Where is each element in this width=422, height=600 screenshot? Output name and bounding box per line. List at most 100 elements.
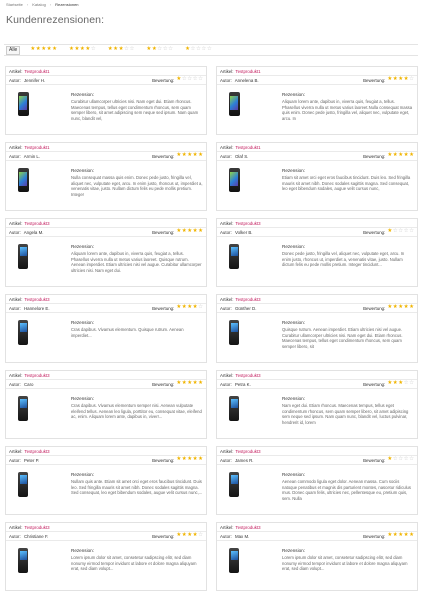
rating: Bewertung: ★ ★ ★ ★ ★ <box>152 229 203 235</box>
product-thumbnail[interactable] <box>227 320 241 346</box>
product-link[interactable]: Testprodukt3 <box>24 373 49 378</box>
phone-image <box>17 168 29 192</box>
rating: Bewertung: ★ ★ ★ ☆ ☆ <box>363 381 414 387</box>
rating-stars: ★ ★ ★ ★ ☆ <box>176 533 203 539</box>
breadcrumb-catalog-link[interactable]: Katalog <box>32 2 46 7</box>
author-info: Autor: Christiane F. <box>9 534 48 539</box>
product-link[interactable]: Testprodukt3 <box>235 525 260 530</box>
product-link[interactable]: Testprodukt3 <box>24 297 49 302</box>
article-row: Artikel: Testprodukt1 <box>6 143 206 152</box>
product-thumbnail[interactable] <box>227 548 241 574</box>
star-filled-icon: ★ <box>192 304 198 311</box>
product-thumbnail[interactable] <box>227 168 241 194</box>
star-filled-icon: ★ <box>146 46 152 53</box>
product-thumbnail[interactable] <box>16 396 30 422</box>
product-link[interactable]: Testprodukt1 <box>24 69 49 74</box>
product-thumbnail[interactable] <box>227 92 241 118</box>
review-card: Artikel: Testprodukt3 Autor: Angela M. B… <box>5 218 207 287</box>
star-filled-icon: ★ <box>187 380 193 387</box>
product-thumbnail[interactable] <box>227 472 241 498</box>
filter-1-stars: ★ ☆ ☆ ☆ ☆ <box>185 47 212 53</box>
rating-label: Bewertung: <box>363 229 386 235</box>
author-row: Autor: Günther D. Bewertung: ★ ★ ★ ★ ★ <box>217 304 417 313</box>
article-row: Artikel: Testprodukt3 <box>6 447 206 456</box>
author-row: Autor: Armin L. Bewertung: ★ ★ ★ ★ ★ <box>6 152 206 161</box>
rating: Bewertung: ★ ☆ ☆ ☆ ☆ <box>363 457 414 463</box>
article-row: Artikel: Testprodukt3 <box>217 447 417 456</box>
product-thumbnail[interactable] <box>16 244 30 270</box>
star-filled-icon: ★ <box>398 152 404 159</box>
star-filled-icon: ★ <box>176 532 182 539</box>
rating-stars: ★ ★ ★ ★ ★ <box>176 381 203 387</box>
product-link[interactable]: Testprodukt3 <box>24 449 49 454</box>
article-row: Artikel: Testprodukt3 <box>6 295 206 304</box>
author-name: Angela M. <box>23 229 44 235</box>
review-card: Artikel: Testprodukt3 Autor: Peter P. Be… <box>5 446 207 515</box>
product-link[interactable]: Testprodukt3 <box>235 373 260 378</box>
author-info: Autor: Armin L. <box>9 154 40 159</box>
review-text: Aliquam lorem ante, dapibus in, viverra … <box>282 99 413 121</box>
product-thumbnail[interactable] <box>16 472 30 498</box>
star-filled-icon: ★ <box>181 228 187 235</box>
author-info: Autor: Max M. <box>220 534 249 539</box>
product-thumbnail[interactable] <box>16 320 30 346</box>
article-row: Artikel: Testprodukt3 <box>6 219 206 228</box>
star-empty-icon: ☆ <box>409 228 414 235</box>
filter-2-stars[interactable]: ★ ★ ☆ ☆ ☆ <box>144 46 175 55</box>
page-title: Kundenrezensionen: <box>6 14 105 26</box>
product-link[interactable]: Testprodukt1 <box>235 145 260 150</box>
rating-label: Bewertung: <box>363 533 386 539</box>
product-thumbnail[interactable] <box>16 548 30 574</box>
review-text: Aliquam lorem ante, dapibus in, viverra … <box>71 251 202 273</box>
product-link[interactable]: Testprodukt3 <box>235 449 260 454</box>
star-filled-icon: ★ <box>398 380 404 387</box>
product-link[interactable]: Testprodukt3 <box>24 525 49 530</box>
breadcrumb-separator: › <box>26 2 29 7</box>
star-empty-icon: ☆ <box>181 76 187 83</box>
rating: Bewertung: ★ ★ ★ ★ ★ <box>363 533 414 539</box>
product-link[interactable]: Testprodukt1 <box>235 69 260 74</box>
star-empty-icon: ☆ <box>403 380 409 387</box>
product-thumbnail[interactable] <box>227 244 241 270</box>
product-thumbnail[interactable] <box>16 168 30 194</box>
star-filled-icon: ★ <box>392 380 398 387</box>
rating-stars: ★ ★ ★ ☆ ☆ <box>387 381 414 387</box>
rating-label: Bewertung: <box>152 533 175 539</box>
author-row: Autor: Hannelore E. Bewertung: ★ ★ ★ ★ ☆ <box>6 304 206 313</box>
filter-1-stars[interactable]: ★ ☆ ☆ ☆ ☆ <box>183 46 214 55</box>
article-label: Artikel: <box>220 372 234 378</box>
author-name: Christiane F. <box>23 533 49 539</box>
product-thumbnail[interactable] <box>16 92 30 118</box>
product-link[interactable]: Testprodukt3 <box>235 221 260 226</box>
star-filled-icon: ★ <box>192 532 198 539</box>
star-filled-icon: ★ <box>392 532 398 539</box>
star-filled-icon: ★ <box>387 152 393 159</box>
author-name: Petra K. <box>234 381 251 387</box>
breadcrumb-home-link[interactable]: Startseite <box>6 2 23 7</box>
star-empty-icon: ☆ <box>90 46 96 53</box>
star-empty-icon: ☆ <box>168 46 174 53</box>
star-filled-icon: ★ <box>176 76 182 83</box>
review-text: Cras dapibus. Vivamus elementum semper n… <box>71 403 202 420</box>
star-empty-icon: ☆ <box>206 46 212 53</box>
phone-image <box>18 396 28 421</box>
product-link[interactable]: Testprodukt3 <box>24 221 49 226</box>
phone-image <box>229 244 239 269</box>
product-thumbnail[interactable] <box>227 396 241 422</box>
star-empty-icon: ☆ <box>392 456 398 463</box>
filter-3-stars[interactable]: ★ ★ ★ ☆ ☆ <box>106 46 137 55</box>
star-filled-icon: ★ <box>387 304 393 311</box>
filter-5-stars[interactable]: ★ ★ ★ ★ ★ <box>28 46 59 55</box>
author-row: Autor: Peter P. Bewertung: ★ ★ ★ ★ ★ <box>6 456 206 465</box>
filter-all[interactable]: Alle <box>6 45 21 55</box>
product-link[interactable]: Testprodukt1 <box>24 145 49 150</box>
author-name: Volker B. <box>234 229 253 235</box>
star-empty-icon: ☆ <box>409 456 414 463</box>
star-empty-icon: ☆ <box>198 532 203 539</box>
product-link[interactable]: Testprodukt3 <box>235 297 260 302</box>
filter-4-stars[interactable]: ★ ★ ★ ★ ☆ <box>67 46 98 55</box>
author-info: Autor: Caro <box>9 382 33 387</box>
review-body: Rezension: Curabitur ullamcorper ultrici… <box>6 87 206 134</box>
star-empty-icon: ☆ <box>195 46 201 53</box>
review-body: Rezension: Nulla consequat massa quis en… <box>6 163 206 210</box>
